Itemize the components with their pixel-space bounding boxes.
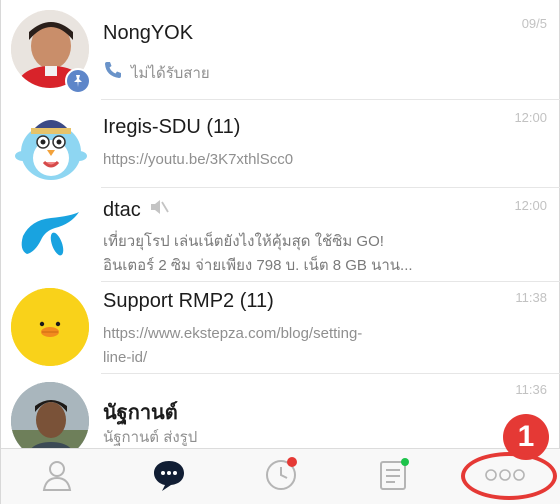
chat-name: NongYOK xyxy=(103,22,194,44)
tab-news[interactable] xyxy=(337,449,449,504)
chat-time: 12:00 xyxy=(514,110,547,125)
chat-bubble-icon xyxy=(151,458,187,497)
chat-list: NongYOK ไม่ได้รับสาย 09/5 Iregis-SDU (11… xyxy=(1,0,560,448)
chat-row-dtac[interactable]: dtac เที่ยวยุโรป เล่นเน็ตยังไงให้คุ้มสุด… xyxy=(1,188,560,282)
chat-name: Iregis-SDU (11) xyxy=(103,116,241,138)
chat-preview-line2: อินเตอร์ 2 ซิม จ่ายเพียง 798 บ. เน็ต 8 G… xyxy=(103,257,413,274)
chat-row-support-rmp2[interactable]: Support RMP2 (11) https://www.ekstepza.c… xyxy=(1,282,560,374)
chat-preview: ไม่ได้รับสาย xyxy=(103,60,210,87)
chat-name: dtac xyxy=(103,198,141,221)
clock-icon xyxy=(263,456,299,497)
chat-time: 11:38 xyxy=(515,290,547,305)
notification-dot xyxy=(287,456,297,467)
avatar xyxy=(11,104,89,182)
preview-text: ไม่ได้รับสาย xyxy=(131,65,210,82)
chat-preview-line2: line-id/ xyxy=(103,349,148,366)
chat-time: 11:36 xyxy=(515,382,547,397)
chat-row-nongyok[interactable]: NongYOK ไม่ได้รับสาย 09/5 xyxy=(1,0,560,100)
tab-timeline[interactable] xyxy=(225,449,337,504)
chat-time: 09/5 xyxy=(521,16,547,31)
chat-row-nattakarn[interactable]: นัฐกานต์ นัฐกานต์ ส่งรูป 11:36 xyxy=(1,374,560,448)
chat-preview: นัฐกานต์ ส่งรูป xyxy=(103,429,198,446)
pin-icon xyxy=(65,68,91,94)
chat-name: นัฐกานต์ xyxy=(103,402,178,424)
chat-preview-line1: เที่ยวยุโรป เล่นเน็ตยังไงให้คุ้มสุด ใช้ซ… xyxy=(103,233,384,250)
tab-friends[interactable] xyxy=(1,449,113,504)
annotation-highlight-ring xyxy=(461,452,557,500)
news-icon xyxy=(377,457,409,497)
avatar xyxy=(11,382,89,448)
avatar xyxy=(11,288,89,366)
chat-preview-line1: https://www.ekstepza.com/blog/setting- xyxy=(103,325,363,342)
person-icon xyxy=(40,458,74,497)
line-app-window: NongYOK ไม่ได้รับสาย 09/5 Iregis-SDU (11… xyxy=(0,0,560,504)
chat-row-iregis[interactable]: Iregis-SDU (11) https://youtu.be/3K7xthl… xyxy=(1,100,560,188)
chat-preview: https://youtu.be/3K7xthlScc0 xyxy=(103,151,294,168)
avatar xyxy=(11,196,89,274)
tab-chats[interactable] xyxy=(113,449,225,504)
new-dot xyxy=(401,457,409,466)
mute-icon xyxy=(149,198,169,222)
chat-name-group: dtac xyxy=(103,198,169,222)
phone-icon xyxy=(103,60,123,87)
chat-name: Support RMP2 (11) xyxy=(103,290,274,312)
chat-time: 12:00 xyxy=(514,198,547,213)
